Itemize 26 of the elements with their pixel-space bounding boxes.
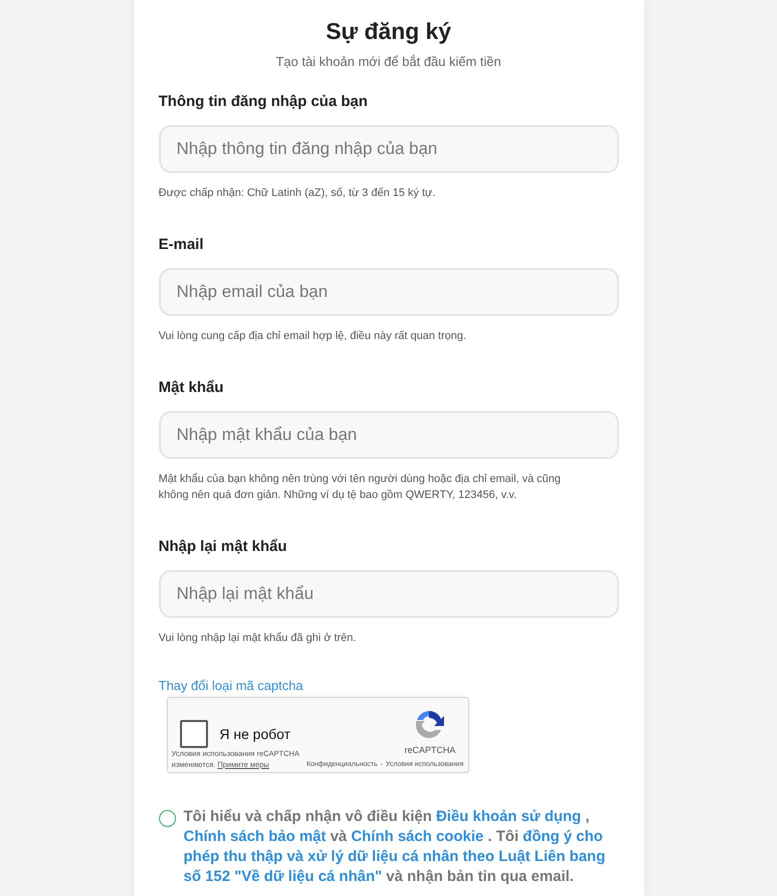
consent-radio[interactable]	[158, 810, 176, 827]
consent-link[interactable]: Chính sách bảo mật	[184, 828, 326, 845]
captcha-brand: reCAPTCHA	[404, 744, 456, 757]
captcha-switch-link[interactable]: Thay đổi loại mã captcha	[158, 676, 304, 695]
input-field[interactable]: Nhập lại mật khẩu	[158, 570, 618, 618]
input-field[interactable]: Nhập email của bạn	[158, 268, 618, 316]
field-label: Thông tin đăng nhập của bạn	[158, 92, 369, 112]
field-hint: Mật khẩu của bạn không nên trùng với tên người dùng hoặc địa chỉ email, và cũng không nên quá đơn giản. Những ví dụ tệ bao gồm QWERTY, 123456, v.v.	[158, 472, 562, 502]
field-label: Nhập lại mật khẩu	[158, 536, 288, 556]
field-label: Mật khẩu	[158, 378, 225, 398]
captcha-label: Я не робот	[220, 724, 290, 744]
consent-link[interactable]: phép thu thập và xử lý dữ liệu cá nhân theo Luật Liên bang	[184, 848, 606, 865]
page-title: Sự đăng ký	[324, 17, 452, 46]
field-hint: Vui lòng nhập lại mật khẩu đã ghi ở trên.	[158, 630, 358, 646]
field-hint: Được chấp nhận: Chữ Latinh (aZ), số, từ 3 đến 15 ký tự.	[158, 186, 436, 200]
page-subtitle: Tạo tài khoản mới để bắt đầu kiếm tiền	[274, 53, 502, 71]
consent-link[interactable]: Điều khoản sử dụng	[436, 808, 582, 825]
consent-link[interactable]: Chính sách cookie	[351, 828, 484, 845]
input-field[interactable]: Nhập mật khẩu của bạn	[158, 410, 618, 458]
field-label: E-mail	[158, 234, 205, 254]
captcha-checkbox[interactable]	[180, 720, 208, 748]
consent-text: Tôi hiểu và chấp nhận vô điều kiện Điều khoản sử dụng , Chính sách bảo mật và Chính sách cookie . Tôi đồng ý cho phép thu thập và xử lý dữ liệu cá nhân theo Luật Liên bang số 152 "Về dữ liệu cá nhân" và nhận bản tin qua email.	[184, 807, 606, 887]
field-hint: Vui lòng cung cấp địa chỉ email hợp lệ, điều này rất quan trọng.	[158, 328, 468, 344]
consent-link[interactable]: số 152 "Về dữ liệu cá nhân"	[184, 868, 382, 885]
consent-link[interactable]: đồng ý cho	[522, 828, 603, 845]
input-field[interactable]: Nhập thông tin đăng nhập của bạn	[158, 124, 618, 172]
